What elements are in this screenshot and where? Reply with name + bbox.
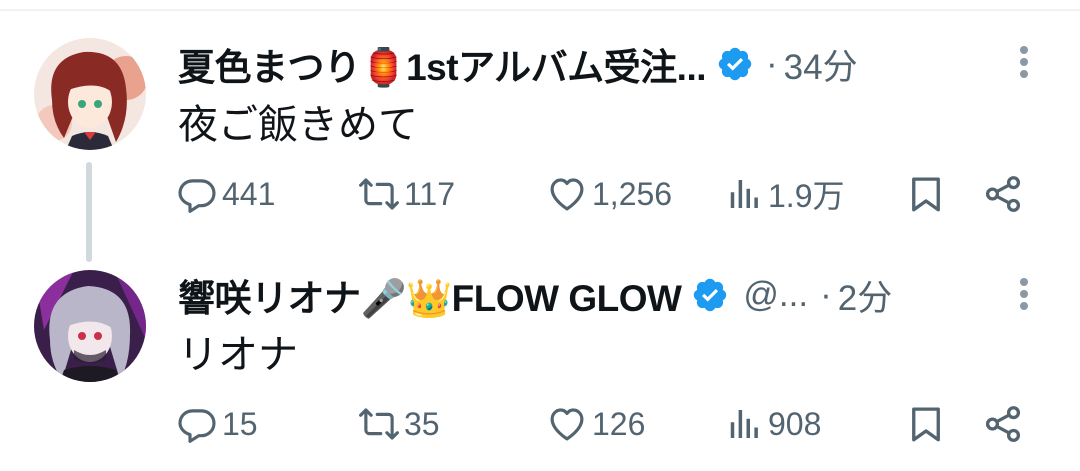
- more-vertical-icon[interactable]: [1014, 42, 1034, 82]
- retweet-count: 35: [404, 405, 440, 442]
- user-handle[interactable]: @...: [743, 275, 808, 315]
- share-button[interactable]: [982, 166, 1024, 222]
- views-count: 1.9万: [768, 178, 845, 214]
- tweet-actions: 441 117 1,256 1.9万: [0, 166, 1080, 222]
- views-chart-icon: [730, 180, 758, 208]
- reply-button[interactable]: 441: [176, 166, 275, 222]
- reply-count: 441: [222, 175, 276, 212]
- tweet-header: 響咲リオナ🎤👑FLOW GLOW @... · 2分: [178, 270, 892, 320]
- tweet-text: 夜ご飯きめて: [178, 103, 418, 147]
- tweet-header: 夏色まつり🏮1stアルバム受注... · 34分: [178, 39, 858, 89]
- retweet-button[interactable]: 117: [358, 166, 455, 222]
- bookmark-button[interactable]: [905, 166, 947, 222]
- avatar[interactable]: [34, 38, 146, 150]
- top-divider: [0, 9, 1080, 11]
- tweet-actions: 15 35 126 908: [0, 396, 1080, 452]
- like-button[interactable]: 126: [546, 396, 645, 452]
- views-chart-icon: [730, 410, 758, 438]
- timestamp[interactable]: 2分: [838, 270, 892, 321]
- separator-dot: ·: [766, 44, 778, 83]
- retweet-button[interactable]: 35: [358, 396, 440, 452]
- like-button[interactable]: 1,256: [546, 166, 672, 222]
- reply-icon: [178, 409, 216, 443]
- like-count: 126: [592, 405, 646, 442]
- bookmark-icon: [912, 407, 940, 442]
- avatar[interactable]: [34, 270, 146, 382]
- display-name[interactable]: 夏色まつり🏮1stアルバム受注...: [178, 37, 707, 91]
- retweet-icon: [359, 408, 399, 440]
- avatar-image-natsuiro-matsuri: [34, 38, 146, 150]
- verified-badge-icon: [691, 276, 729, 314]
- share-icon: [985, 406, 1021, 442]
- timestamp[interactable]: 34分: [784, 39, 858, 90]
- display-name[interactable]: 響咲リオナ🎤👑FLOW GLOW: [178, 268, 682, 322]
- reply-button[interactable]: 15: [176, 396, 258, 452]
- views-button[interactable]: 1.9万: [722, 166, 845, 222]
- share-button[interactable]: [982, 396, 1024, 452]
- retweet-count: 117: [404, 175, 456, 212]
- heart-icon: [550, 408, 584, 441]
- reply-count: 15: [222, 405, 258, 442]
- avatar-image-hibiki-riona: [34, 270, 146, 382]
- tweet-text: リオナ: [178, 333, 298, 377]
- bookmark-button[interactable]: [905, 396, 947, 452]
- views-button[interactable]: 908: [722, 396, 821, 452]
- reply-icon: [178, 179, 216, 213]
- separator-dot: ·: [820, 275, 832, 314]
- verified-badge-icon: [716, 45, 754, 83]
- heart-icon: [550, 178, 584, 211]
- bookmark-icon: [912, 177, 940, 212]
- like-count: 1,256: [592, 175, 673, 212]
- retweet-icon: [359, 178, 399, 210]
- more-vertical-icon[interactable]: [1014, 274, 1034, 314]
- share-icon: [985, 176, 1021, 212]
- views-count: 908: [768, 405, 822, 442]
